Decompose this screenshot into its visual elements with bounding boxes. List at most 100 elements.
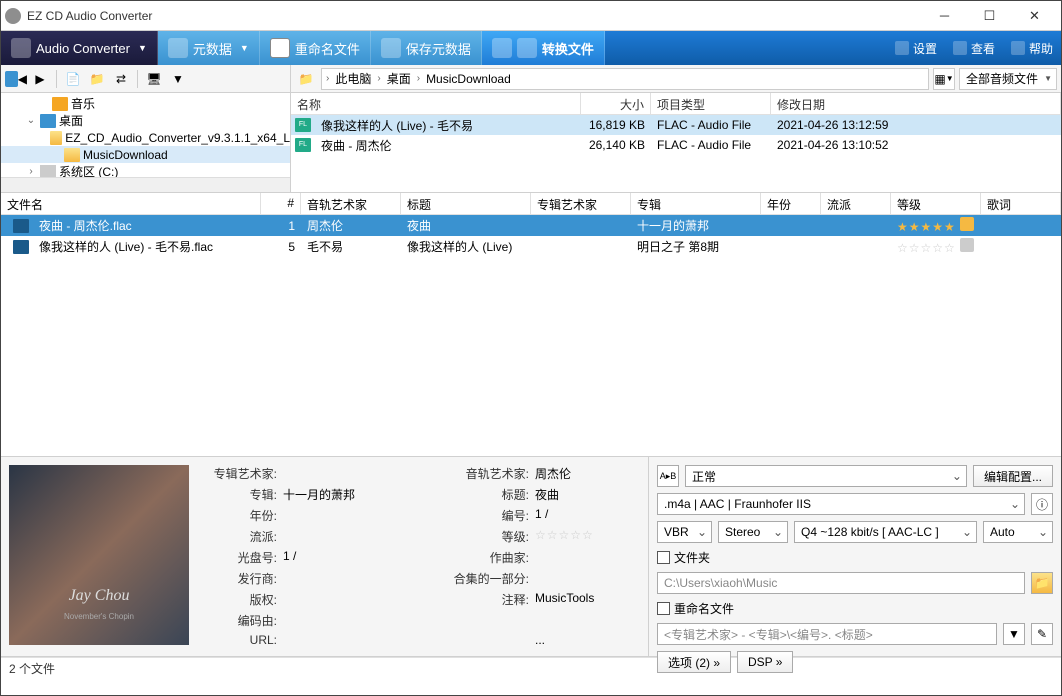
vbr-dropdown[interactable]: VBR — [657, 521, 712, 543]
folder-path-input[interactable]: C:\Users\xiaoh\Music — [657, 572, 1025, 594]
options-button[interactable]: 选项 (2) » — [657, 651, 731, 673]
file-filter-dropdown[interactable]: 全部音频文件 — [959, 68, 1057, 90]
view-link[interactable]: 查看 — [945, 31, 1003, 65]
col-filename[interactable]: 文件名 — [1, 193, 261, 214]
maximize-button[interactable]: ☐ — [967, 1, 1012, 30]
col-num[interactable]: # — [261, 193, 301, 214]
meta-value[interactable] — [283, 507, 433, 524]
meta-value[interactable] — [535, 549, 640, 566]
settings-link[interactable]: 设置 — [887, 31, 945, 65]
metadata-button[interactable]: 元数据 ▼ — [158, 31, 260, 65]
rename-icon — [270, 38, 290, 58]
meta-rating[interactable]: ☆☆☆☆☆ — [535, 528, 640, 545]
track-row[interactable]: 夜曲 - 周杰伦.flac 1 周杰伦 夜曲 十一月的萧邦 ★★★★★ — [1, 215, 1061, 236]
edit-config-button[interactable]: 编辑配置... — [973, 465, 1053, 487]
address-bar[interactable]: › 此电脑 › 桌面 › MusicDownload — [321, 68, 929, 90]
col-date[interactable]: 修改日期 — [771, 93, 1061, 114]
back-button[interactable]: ◀ — [5, 68, 27, 90]
stereo-dropdown[interactable]: Stereo — [718, 521, 788, 543]
breadcrumb-computer[interactable]: 此电脑 — [333, 70, 373, 87]
folder-icon[interactable]: 📁 — [295, 68, 317, 90]
meta-value[interactable] — [283, 465, 433, 482]
convert-files-button[interactable]: 转换文件 — [482, 31, 605, 65]
save-metadata-button[interactable]: 保存元数据 — [371, 31, 482, 65]
col-name[interactable]: 名称 — [291, 93, 581, 114]
meta-value[interactable]: 1 / — [283, 549, 433, 566]
audio-converter-button[interactable]: Audio Converter ▼ — [1, 31, 158, 65]
meta-value[interactable] — [535, 570, 640, 587]
dsp-button[interactable]: DSP » — [737, 651, 793, 673]
rename-checkbox[interactable] — [657, 602, 670, 615]
meta-value[interactable]: 十一月的萧邦 — [283, 486, 433, 503]
quality-dropdown[interactable]: Q4 ~128 kbit/s [ AAC-LC ] — [794, 521, 977, 543]
folder-checkbox[interactable] — [657, 551, 670, 564]
browse-folder-button[interactable]: 📁 — [1031, 572, 1053, 594]
track-album: 十一月的萧邦 — [631, 217, 761, 234]
horizontal-scrollbar[interactable] — [1, 177, 290, 192]
col-artist[interactable]: 音轨艺术家 — [301, 193, 401, 214]
collapse-icon[interactable]: ⌄ — [25, 115, 37, 126]
breadcrumb-desktop[interactable]: 桌面 — [385, 70, 413, 87]
track-rating[interactable]: ★★★★★ — [891, 217, 981, 234]
tree-item-musicdownload[interactable]: MusicDownload — [1, 146, 290, 163]
view-mode-button[interactable]: ▦ ▼ — [933, 68, 955, 90]
file-list[interactable]: FL 像我这样的人 (Live) - 毛不易 16,819 KB FLAC - … — [291, 115, 1061, 192]
meta-more[interactable]: ... — [535, 633, 640, 647]
help-link[interactable]: 帮助 — [1003, 31, 1061, 65]
toolbar-icon-1[interactable]: 📄 — [62, 68, 84, 90]
meta-value[interactable]: 夜曲 — [535, 486, 640, 503]
toolbar-dropdown[interactable]: ▼ — [167, 68, 189, 90]
info-icon[interactable]: ⓘ — [1031, 493, 1053, 515]
col-album-artist[interactable]: 专辑艺术家 — [531, 193, 631, 214]
auto-dropdown[interactable]: Auto — [983, 521, 1053, 543]
track-rating[interactable]: ☆☆☆☆☆ — [891, 238, 981, 255]
meta-label: 合集的一部分: — [439, 570, 529, 587]
col-genre[interactable]: 流派 — [821, 193, 891, 214]
filter-label: 全部音频文件 — [966, 70, 1038, 87]
col-lyrics[interactable]: 歌词 — [981, 193, 1061, 214]
col-size[interactable]: 大小 — [581, 93, 651, 114]
toolbar-icon-4[interactable]: 🖥 — [143, 68, 165, 90]
meta-label: 标题: — [439, 486, 529, 503]
meta-value[interactable]: 周杰伦 — [535, 465, 640, 482]
file-row[interactable]: FL 夜曲 - 周杰伦 26,140 KB FLAC - Audio File … — [291, 135, 1061, 155]
breadcrumb-folder[interactable]: MusicDownload — [424, 72, 513, 86]
tree-item-music[interactable]: 音乐 — [1, 95, 290, 112]
toolbar-icon-3[interactable]: ⇄ — [110, 68, 132, 90]
edit-icon[interactable] — [960, 217, 974, 231]
format-dropdown[interactable]: .m4a | AAC | Fraunhofer IIS — [657, 493, 1025, 515]
mode-dropdown[interactable]: 正常 — [685, 465, 967, 487]
tree-label: EZ_CD_Audio_Converter_v9.3.1.1_x64_L — [65, 131, 290, 145]
meta-value[interactable] — [283, 591, 433, 608]
expand-icon[interactable]: › — [25, 166, 37, 177]
close-button[interactable]: ✕ — [1012, 1, 1057, 30]
minimize-button[interactable]: ─ — [922, 1, 967, 30]
meta-value[interactable]: MusicTools — [535, 591, 640, 608]
folder-tree[interactable]: 音乐 ⌄ 桌面 EZ_CD_Audio_Converter_v9.3.1.1_x… — [1, 93, 291, 192]
forward-button[interactable]: ▶ — [29, 68, 51, 90]
track-row[interactable]: 像我这样的人 (Live) - 毛不易.flac 5 毛不易 像我这样的人 (L… — [1, 236, 1061, 257]
ab-icon[interactable]: A▸B — [657, 465, 679, 487]
rename-pattern-input[interactable]: <专辑艺术家> - <专辑>\<编号>. <标题> — [657, 623, 997, 645]
album-art[interactable]: Jay Chou November's Chopin — [9, 465, 189, 645]
meta-value[interactable] — [283, 612, 433, 629]
col-title[interactable]: 标题 — [401, 193, 531, 214]
meta-value[interactable] — [283, 570, 433, 587]
toolbar-icon-2[interactable]: 📁 — [86, 68, 108, 90]
tree-item-ezcd[interactable]: EZ_CD_Audio_Converter_v9.3.1.1_x64_L — [1, 129, 290, 146]
pattern-edit-button[interactable]: ✎ — [1031, 623, 1053, 645]
col-year[interactable]: 年份 — [761, 193, 821, 214]
col-album[interactable]: 专辑 — [631, 193, 761, 214]
track-list[interactable]: 夜曲 - 周杰伦.flac 1 周杰伦 夜曲 十一月的萧邦 ★★★★★ 像我这样… — [1, 215, 1061, 456]
pattern-menu-button[interactable]: ▼ — [1003, 623, 1025, 645]
tree-item-desktop[interactable]: ⌄ 桌面 — [1, 112, 290, 129]
meta-label: 年份: — [197, 507, 277, 524]
rename-files-button[interactable]: 重命名文件 — [260, 31, 371, 65]
file-row[interactable]: FL 像我这样的人 (Live) - 毛不易 16,819 KB FLAC - … — [291, 115, 1061, 135]
meta-value[interactable] — [283, 633, 433, 647]
col-rating[interactable]: 等级 — [891, 193, 981, 214]
edit-icon[interactable] — [960, 238, 974, 252]
meta-value[interactable] — [283, 528, 433, 545]
meta-value[interactable]: 1 / — [535, 507, 640, 524]
col-type[interactable]: 项目类型 — [651, 93, 771, 114]
